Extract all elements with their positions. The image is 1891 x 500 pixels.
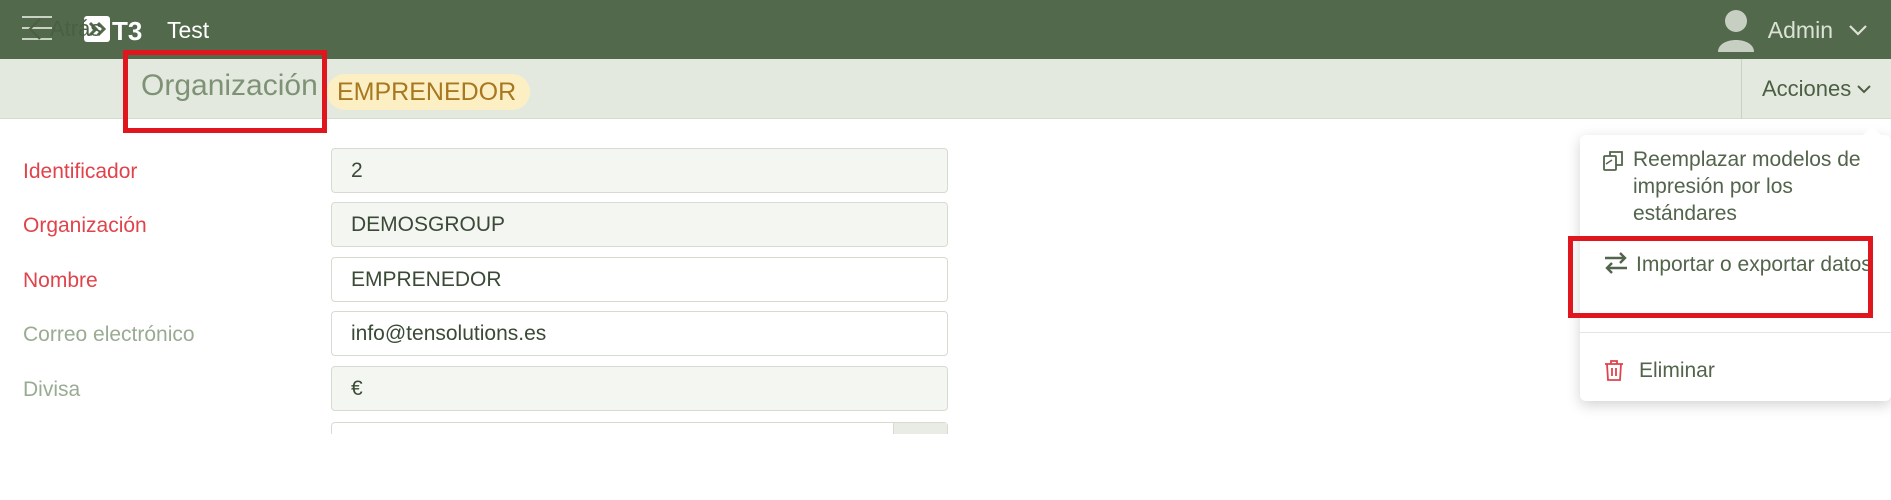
menu-item-eliminar[interactable]: Eliminar xyxy=(1580,357,1891,387)
field-label: Correo electrónico xyxy=(23,323,195,346)
menu-divider xyxy=(1580,332,1891,333)
form-row-nombre: Nombre EMPRENEDOR xyxy=(8,257,948,303)
partial-field[interactable] xyxy=(331,422,948,434)
back-label: Atrás xyxy=(50,16,102,41)
actions-label: Acciones xyxy=(1762,76,1852,101)
menu-item-label: Reemplazar modelos de impresión por los … xyxy=(1633,148,1861,225)
form-row-divisa: Divisa € xyxy=(8,366,948,412)
field-addon[interactable] xyxy=(893,423,947,434)
blank-area xyxy=(0,434,1891,500)
field-label: Divisa xyxy=(23,378,81,401)
import-export-icon xyxy=(1605,252,1627,274)
form-row-identificador: Identificador 2 xyxy=(8,148,948,194)
divisa-field[interactable]: € xyxy=(331,366,948,411)
menu-item-importar-exportar[interactable]: Importar o exportar datos xyxy=(1580,251,1891,307)
trash-icon xyxy=(1605,360,1623,381)
form-row-correo: Correo electrónico info@tensolutions.es xyxy=(8,311,948,357)
actions-button[interactable]: Acciones xyxy=(1762,76,1871,102)
user-name: Admin xyxy=(1767,16,1833,43)
page: T3 Test Admin Atrás Organización EMPRENE… xyxy=(0,0,1891,500)
top-bar: T3 Test Admin xyxy=(0,0,1891,59)
user-menu[interactable]: Admin xyxy=(1717,7,1869,53)
avatar-icon xyxy=(1717,8,1754,52)
form-row-organizacion: Organización DEMOSGROUP xyxy=(8,202,948,248)
divider xyxy=(1741,59,1742,119)
chevron-down-icon xyxy=(1857,85,1871,94)
chevron-left-icon xyxy=(28,18,41,40)
email-field[interactable]: info@tensolutions.es xyxy=(331,311,948,356)
page-title: Organización xyxy=(141,69,318,102)
field-label: Identificador xyxy=(23,160,138,183)
menu-item-label: Importar o exportar datos xyxy=(1636,253,1872,276)
menu-item-label: Eliminar xyxy=(1639,359,1715,382)
status-badge: EMPRENEDOR xyxy=(327,74,531,110)
field-label: Nombre xyxy=(23,269,98,292)
app-title: Test xyxy=(167,17,210,43)
menu-item-reemplazar[interactable]: Reemplazar modelos de impresión por los … xyxy=(1580,146,1891,225)
nombre-field[interactable]: EMPRENEDOR xyxy=(331,257,948,302)
copy-icon xyxy=(1603,151,1623,171)
identificador-field[interactable]: 2 xyxy=(331,148,948,193)
chevron-down-icon xyxy=(1849,25,1867,36)
field-label: Organización xyxy=(23,214,147,237)
logo-text: T3 xyxy=(112,16,142,44)
form-area: Identificador 2 Organización DEMOSGROUP … xyxy=(8,128,1578,434)
actions-dropdown: Reemplazar modelos de impresión por los … xyxy=(1580,126,1891,401)
back-button[interactable]: Atrás xyxy=(28,16,101,42)
organizacion-field[interactable]: DEMOSGROUP xyxy=(331,202,948,247)
